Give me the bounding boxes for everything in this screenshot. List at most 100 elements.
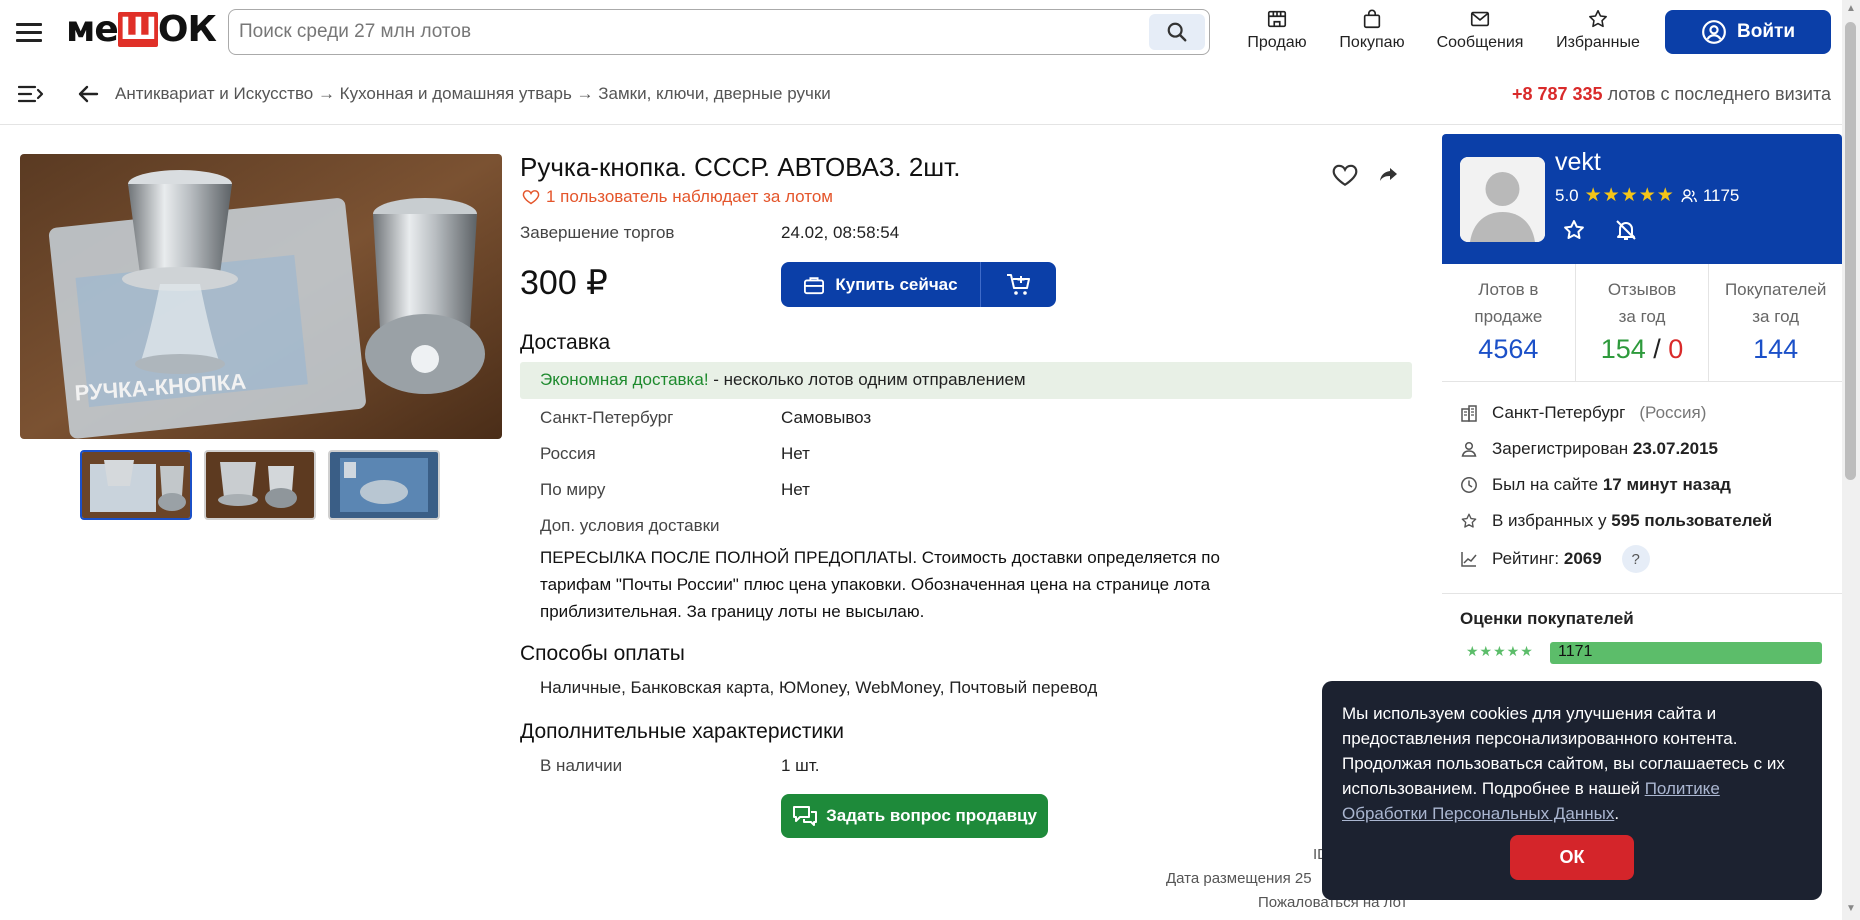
- star-icon: [1589, 9, 1607, 28]
- seller-last-seen: Был на сайте 17 минут назад: [1460, 475, 1731, 495]
- share-icon[interactable]: [1376, 163, 1400, 187]
- delivery-row-label: Россия: [540, 444, 596, 463]
- stat-label: Лотов в: [1478, 280, 1539, 299]
- negative-reviews: 0: [1668, 334, 1684, 364]
- favorite-heart-icon[interactable]: [1332, 163, 1358, 187]
- seller-rating-stars: ★★★★★: [1584, 185, 1675, 206]
- lot-watchers: 1 пользователь наблюдает за лотом: [522, 187, 833, 207]
- seller-favorited: В избранных у 595 пользователей: [1460, 511, 1772, 531]
- lot-title: Ручка-кнопка. СССР. АВТОВАЗ. 2шт.: [520, 152, 961, 182]
- menu-icon[interactable]: [16, 20, 42, 44]
- registered-date: 23.07.2015: [1632, 439, 1718, 458]
- cookie-ok-button[interactable]: ОК: [1510, 835, 1634, 880]
- nav-buy-label: Покупаю: [1339, 34, 1405, 51]
- thumbnail-1[interactable]: [80, 450, 192, 520]
- seller-rating-value: 5.0: [1555, 185, 1579, 205]
- search-box: [228, 9, 1210, 55]
- buy-now-button[interactable]: Купить сейчас: [781, 262, 981, 307]
- lot-price: 300 ₽: [520, 264, 608, 302]
- rating-help-button[interactable]: ?: [1621, 545, 1650, 573]
- shop-icon: [1267, 10, 1287, 28]
- characteristics-heading: Дополнительные характеристики: [520, 720, 845, 743]
- clock-icon: [1461, 477, 1477, 493]
- nav-messages[interactable]: Сообщения: [1430, 8, 1530, 60]
- five-star-label: ★★★★★: [1466, 643, 1534, 659]
- login-label: Войти: [1737, 21, 1795, 42]
- delivery-row-value: Нет: [781, 480, 810, 499]
- site-logo[interactable]: меШОК: [66, 9, 217, 51]
- nav-buy[interactable]: Покупаю: [1322, 8, 1422, 60]
- rating-value: 2069: [1563, 549, 1602, 568]
- briefcase-icon: [804, 276, 825, 294]
- stat-value: 4564: [1478, 334, 1539, 364]
- nav-favorites-label: Избранные: [1556, 34, 1640, 51]
- breadcrumb[interactable]: Антиквариат и Искусство → Кухонная и дом…: [115, 84, 831, 104]
- positive-reviews: 154: [1600, 334, 1646, 364]
- divider: [1442, 593, 1842, 594]
- rating-label: Рейтинг:: [1492, 549, 1560, 568]
- ask-seller-button[interactable]: Задать вопрос продавцу: [781, 794, 1048, 838]
- scrollbar-thumb[interactable]: [1845, 22, 1856, 480]
- seller-stats: Лотов в продаже 4564 Отзывов за год 154 …: [1442, 264, 1842, 382]
- thumbnail-3[interactable]: [328, 450, 440, 520]
- delivery-row-label: По миру: [540, 480, 606, 499]
- delivery-row-label: Санкт-Петербург: [540, 408, 674, 427]
- in-stock-value: 1 шт.: [781, 756, 820, 775]
- ask-seller-label: Задать вопрос продавцу: [826, 806, 1037, 825]
- reviews-separator: /: [1645, 334, 1669, 364]
- categories-menu-icon[interactable]: [18, 84, 44, 104]
- stat-value: 144: [1753, 334, 1799, 364]
- extra-delivery-label: Доп. условия доставки: [540, 516, 720, 535]
- delivery-row-value: Нет: [781, 444, 810, 463]
- chat-icon: [793, 806, 818, 826]
- buy-now-button-group: Купить сейчас: [781, 262, 1056, 307]
- seller-name[interactable]: vekt: [1555, 148, 1601, 177]
- search-button[interactable]: [1149, 14, 1205, 50]
- search-input[interactable]: [239, 10, 1139, 53]
- bell-off-icon[interactable]: [1614, 218, 1638, 242]
- thumbnail-2[interactable]: [204, 450, 316, 520]
- login-button[interactable]: Войти: [1665, 10, 1831, 54]
- extra-delivery-text: ПЕРЕСЫЛКА ПОСЛЕ ПОЛНОЙ ПРЕДОПЛАТЫ. Стоим…: [540, 548, 1220, 621]
- building-icon: [1461, 405, 1477, 422]
- stat-label: продаже: [1474, 307, 1543, 326]
- lots-since-last-visit[interactable]: +8 787 335 лотов с последнего визита: [1512, 84, 1831, 105]
- star-outline-icon[interactable]: [1562, 218, 1586, 242]
- followers-icon: [1681, 188, 1697, 202]
- bag-icon: [1363, 9, 1381, 29]
- payment-methods: Наличные, Банковская карта, ЮMoney, WebM…: [540, 678, 1098, 697]
- nav-sell-label: Продаю: [1247, 34, 1307, 51]
- seller-actions: [1562, 218, 1638, 242]
- nav-favorites[interactable]: Избранные: [1548, 8, 1648, 60]
- stat-reviews-year[interactable]: Отзывов за год 154 / 0: [1576, 264, 1710, 381]
- scroll-up-arrow[interactable]: ▲: [1846, 4, 1856, 14]
- favorited-label: В избранных у: [1492, 511, 1607, 530]
- economy-delivery-highlight: Экономная доставка!: [540, 370, 709, 389]
- stat-lots-on-sale[interactable]: Лотов в продаже 4564: [1442, 264, 1576, 381]
- stat-buyers-year[interactable]: Покупателей за год 144: [1709, 264, 1842, 381]
- scroll-down-arrow[interactable]: ▼: [1846, 904, 1856, 914]
- nav-sell[interactable]: Продаю: [1227, 8, 1327, 60]
- stat-value: 154 / 0: [1576, 334, 1709, 365]
- search-icon: [1167, 22, 1187, 42]
- five-star-bar[interactable]: 1171: [1550, 642, 1822, 664]
- seller-registered: Зарегистрирован 23.07.2015: [1460, 439, 1718, 459]
- mail-icon: [1470, 11, 1490, 27]
- lot-main-photo[interactable]: РУЧКА-КНОПКА: [20, 154, 502, 439]
- person-icon: [1461, 441, 1477, 457]
- seller-location: Санкт-Петербург (Россия): [1460, 403, 1706, 423]
- watchers-text: 1 пользователь наблюдает за лотом: [546, 187, 833, 206]
- economy-delivery-banner: Экономная доставка! - несколько лотов од…: [520, 362, 1412, 399]
- end-of-auction-value: 24.02, 08:58:54: [781, 223, 900, 242]
- nav-messages-label: Сообщения: [1436, 34, 1524, 51]
- favorited-value: 595 пользователей: [1611, 511, 1773, 530]
- cart-plus-icon: [1006, 273, 1030, 295]
- stat-label: за год: [1752, 307, 1800, 326]
- stat-label: за год: [1618, 307, 1666, 326]
- seller-avatar[interactable]: [1460, 157, 1545, 242]
- back-arrow-icon[interactable]: [76, 82, 100, 106]
- add-to-cart-button[interactable]: [981, 262, 1056, 307]
- last-seen-label: Был на сайте: [1492, 475, 1599, 494]
- lots-count: +8 787 335: [1511, 84, 1603, 104]
- payment-heading: Способы оплаты: [520, 642, 685, 665]
